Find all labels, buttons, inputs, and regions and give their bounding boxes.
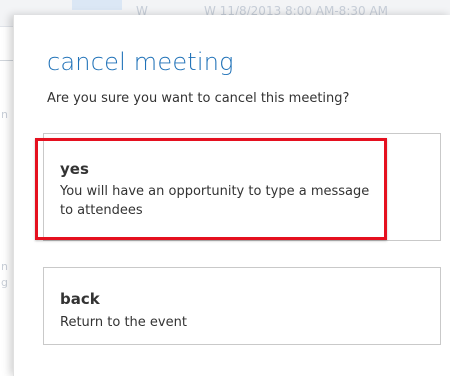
screen: W W 11/8/2013 8:00 AM-8:30 AM n n g canc… xyxy=(0,0,450,376)
background-event-block xyxy=(72,0,122,10)
dialog-question: Are you sure you want to cancel this mee… xyxy=(47,91,350,106)
yes-option-button[interactable]: yes You will have an opportunity to type… xyxy=(43,133,441,241)
cancel-meeting-dialog: cancel meeting Are you sure you want to … xyxy=(13,15,450,376)
yes-option-description: You will have an opportunity to type a m… xyxy=(60,184,370,218)
background-fragment: n xyxy=(1,108,8,121)
background-divider xyxy=(0,60,14,61)
background-fragment: n xyxy=(1,260,8,273)
background-fragment: g xyxy=(1,276,8,289)
dialog-title: cancel meeting xyxy=(47,48,234,76)
yes-option-label: yes xyxy=(60,160,89,178)
back-option-label: back xyxy=(60,290,100,308)
back-option-description: Return to the event xyxy=(60,315,187,330)
back-option-button[interactable]: back Return to the event xyxy=(43,267,441,345)
